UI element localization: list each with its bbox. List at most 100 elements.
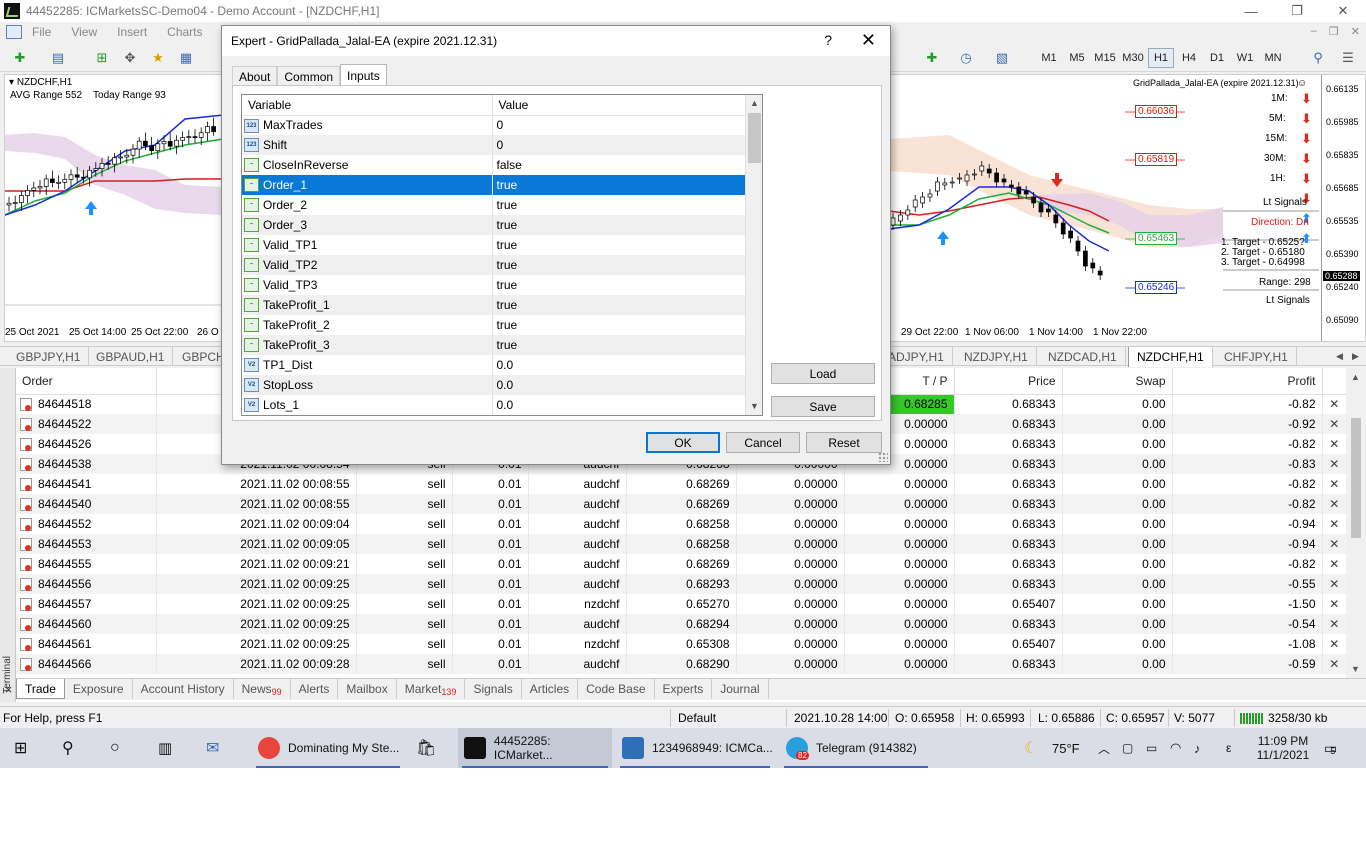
- input-value-cell[interactable]: true: [491, 275, 745, 295]
- column-header-price[interactable]: Price: [954, 368, 1063, 395]
- close-order-icon[interactable]: ✕: [1322, 454, 1346, 474]
- table-row[interactable]: 84644566 2021.11.02 00:09:28 sell 0.01 audch…: [16, 654, 1346, 674]
- chart-left[interactable]: ▾ NZDCHF,H1 AVG Range 552 Today Range 93…: [4, 74, 222, 342]
- input-row[interactable]: ~ Order_1 true: [242, 175, 745, 195]
- menu-file[interactable]: File: [22, 25, 61, 39]
- volume-icon[interactable]: ♪: [1194, 728, 1201, 768]
- input-row[interactable]: V2 TP1_Dist 0.0: [242, 355, 745, 375]
- input-row[interactable]: ~ Valid_TP2 true: [242, 255, 745, 275]
- tab-inputs[interactable]: Inputs: [340, 64, 387, 86]
- scroll-up-icon[interactable]: ▲: [750, 98, 759, 108]
- terminal-tab-code-base[interactable]: Code Base: [578, 679, 655, 699]
- close-order-icon[interactable]: ✕: [1322, 514, 1346, 534]
- timeframe-h4[interactable]: H4: [1176, 48, 1202, 68]
- resize-grip[interactable]: [878, 452, 888, 462]
- column-header-profit[interactable]: Profit: [1172, 368, 1323, 395]
- menu-insert[interactable]: Insert: [107, 25, 157, 39]
- table-row[interactable]: 84644560 2021.11.02 00:09:25 sell 0.01 audch…: [16, 614, 1346, 634]
- chart-tab-gbpjpy[interactable]: GBPJPY,H1: [8, 347, 90, 366]
- input-row[interactable]: 123 Shift 0: [242, 135, 745, 155]
- templates-icon[interactable]: ▧: [992, 48, 1012, 68]
- input-row[interactable]: ~ Order_3 true: [242, 215, 745, 235]
- restore-button[interactable]: ❐: [1274, 0, 1320, 22]
- table-row[interactable]: 84644561 2021.11.02 00:09:25 sell 0.01 nzdch…: [16, 634, 1346, 654]
- input-value-cell[interactable]: 0.0: [491, 375, 745, 395]
- add-indicator-icon[interactable]: ✚: [922, 48, 942, 68]
- close-order-icon[interactable]: ✕: [1322, 414, 1346, 434]
- timeframe-d1[interactable]: D1: [1204, 48, 1230, 68]
- input-value-cell[interactable]: true: [491, 295, 745, 315]
- navigator-icon[interactable]: ▦: [176, 48, 196, 68]
- terminal-tab-journal[interactable]: Journal: [712, 679, 769, 699]
- scrollbar-thumb[interactable]: [748, 113, 761, 163]
- terminal-scrollbar[interactable]: ▲ ▼: [1346, 368, 1366, 678]
- terminal-tab-articles[interactable]: Articles: [522, 679, 579, 699]
- task-view-icon[interactable]: ▥: [158, 728, 172, 768]
- terminal-tab-market[interactable]: Market 139: [397, 679, 466, 699]
- timeframe-w1[interactable]: W1: [1232, 48, 1258, 68]
- clock[interactable]: 11:09 PM 11/1/2021: [1254, 728, 1312, 768]
- input-row[interactable]: ~ TakeProfit_1 true: [242, 295, 745, 315]
- scroll-down-icon[interactable]: ▼: [750, 401, 759, 411]
- terminal-close-icon[interactable]: ✕: [3, 372, 14, 694]
- tab-common[interactable]: Common: [277, 66, 341, 86]
- close-order-icon[interactable]: ✕: [1322, 574, 1346, 594]
- scroll-up-icon[interactable]: ▲: [1351, 372, 1360, 382]
- profile-name[interactable]: Default: [678, 711, 716, 725]
- search-taskbar-icon[interactable]: ⚲: [62, 728, 74, 768]
- chart-tab-nzdcad[interactable]: NZDCAD,H1: [1040, 347, 1126, 366]
- timeframe-h1[interactable]: H1: [1148, 48, 1174, 68]
- timeframe-m5[interactable]: M5: [1064, 48, 1090, 68]
- terminal-tab-news[interactable]: News 99: [234, 679, 291, 699]
- mdi-minimize-button[interactable]: –: [1311, 25, 1317, 38]
- close-order-icon[interactable]: ✕: [1322, 494, 1346, 514]
- input-value-cell[interactable]: 0.0: [491, 355, 745, 375]
- input-value-cell[interactable]: true: [491, 335, 745, 355]
- close-button[interactable]: ✕: [1320, 0, 1366, 22]
- input-value-cell[interactable]: 0: [491, 115, 745, 135]
- input-value-cell[interactable]: true: [491, 255, 745, 275]
- mdi-close-button[interactable]: ✕: [1351, 25, 1360, 38]
- cortana-icon[interactable]: ○: [110, 728, 120, 768]
- timeframe-m30[interactable]: M30: [1120, 48, 1146, 68]
- input-value-cell[interactable]: true: [491, 315, 745, 335]
- close-order-icon[interactable]: ✕: [1322, 434, 1346, 454]
- inputs-scrollbar[interactable]: ▲ ▼: [745, 95, 762, 415]
- search-icon[interactable]: ⚲: [1308, 48, 1328, 68]
- menu-charts[interactable]: Charts: [157, 25, 212, 39]
- wifi-icon[interactable]: ◠: [1170, 728, 1181, 768]
- input-value-cell[interactable]: true: [491, 235, 745, 255]
- terminal-tab-exposure[interactable]: Exposure: [65, 679, 133, 699]
- chart-right[interactable]: GridPallada_Jalal-EA (expire 2021.12.31)…: [888, 74, 1366, 342]
- close-order-icon[interactable]: ✕: [1322, 634, 1346, 654]
- menu-lines-icon[interactable]: ☰: [1338, 48, 1358, 68]
- market-watch-icon[interactable]: ⊞: [92, 48, 112, 68]
- terminal-tab-signals[interactable]: Signals: [465, 679, 522, 699]
- scroll-down-icon[interactable]: ▼: [1351, 664, 1360, 674]
- tabs-scroll-right-icon[interactable]: ▶: [1344, 347, 1366, 366]
- terminal-tab-mailbox[interactable]: Mailbox: [338, 679, 397, 699]
- column-header-variable[interactable]: Variable: [242, 95, 493, 116]
- timeframe-m15[interactable]: M15: [1092, 48, 1118, 68]
- dialog-titlebar[interactable]: Expert - GridPallada_Jalal-EA (expire 20…: [222, 26, 890, 56]
- store-icon[interactable]: 🛍: [416, 728, 436, 768]
- crosshair-icon[interactable]: ✥: [120, 48, 140, 68]
- close-order-icon[interactable]: ✕: [1322, 654, 1346, 674]
- input-row[interactable]: ~ Valid_TP1 true: [242, 235, 745, 255]
- table-row[interactable]: 84644552 2021.11.02 00:09:04 sell 0.01 audch…: [16, 514, 1346, 534]
- input-value-cell[interactable]: true: [491, 195, 745, 215]
- column-header-swap[interactable]: Swap: [1062, 368, 1173, 395]
- taskbar-app-chrome[interactable]: Dominating My Ste...: [252, 728, 404, 768]
- reset-button[interactable]: Reset: [806, 432, 882, 453]
- weather-temp[interactable]: 75°F: [1052, 728, 1080, 768]
- cancel-button[interactable]: Cancel: [726, 432, 800, 453]
- close-order-icon[interactable]: ✕: [1322, 614, 1346, 634]
- close-order-icon[interactable]: ✕: [1322, 594, 1346, 614]
- chart-tab-chfjpy[interactable]: CHFJPY,H1: [1216, 347, 1297, 366]
- table-row[interactable]: 84644541 2021.11.02 00:08:55 sell 0.01 audch…: [16, 474, 1346, 494]
- timeframe-m1[interactable]: M1: [1036, 48, 1062, 68]
- input-row[interactable]: ~ Order_2 true: [242, 195, 745, 215]
- input-row[interactable]: V2 StopLoss 0.0: [242, 375, 745, 395]
- mail-icon[interactable]: ✉: [206, 728, 219, 768]
- timeframe-mn[interactable]: MN: [1260, 48, 1286, 68]
